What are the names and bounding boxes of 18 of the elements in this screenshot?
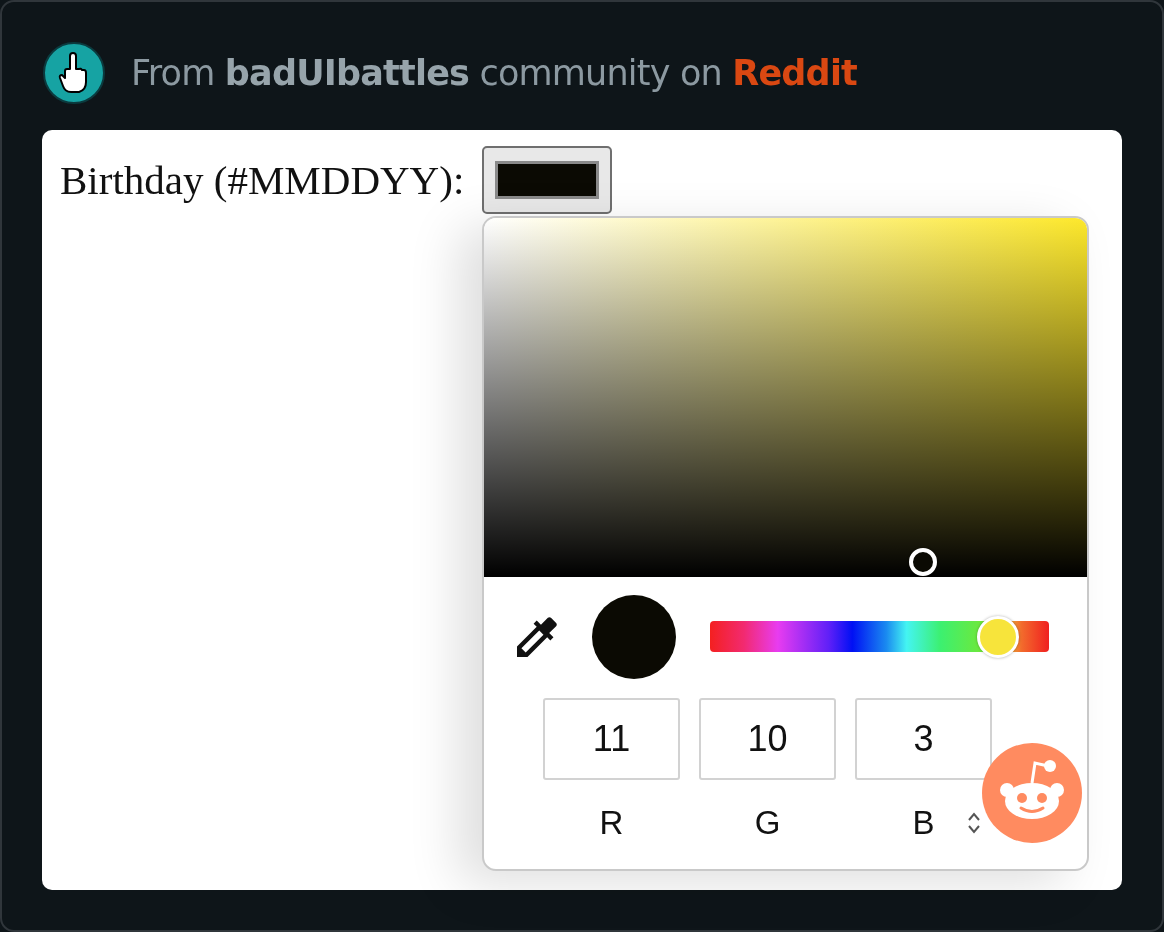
source-line: From badUIbattles community on Reddit xyxy=(131,53,857,93)
reddit-link[interactable]: Reddit xyxy=(732,53,857,93)
color-input[interactable] xyxy=(482,146,613,214)
eyedropper-icon[interactable] xyxy=(517,617,557,657)
up-down-chevron-icon[interactable] xyxy=(968,811,980,835)
saturation-field[interactable] xyxy=(484,218,1087,577)
alien-logo-icon xyxy=(982,743,1082,843)
channel-label: B xyxy=(912,804,935,842)
birthday-label: Birthday (#MMDDYY): xyxy=(60,156,465,204)
channel-input[interactable]: 3 xyxy=(855,698,992,780)
color-handle[interactable] xyxy=(908,547,937,576)
channel-label: R xyxy=(599,804,624,842)
channel-label: G xyxy=(754,804,781,842)
channel-input[interactable]: 11 xyxy=(543,698,680,780)
channel-input[interactable]: 10 xyxy=(699,698,836,780)
hue-slider[interactable] xyxy=(710,616,1049,658)
hand-icon xyxy=(43,42,105,104)
hue-slider-thumb[interactable] xyxy=(977,616,1020,658)
